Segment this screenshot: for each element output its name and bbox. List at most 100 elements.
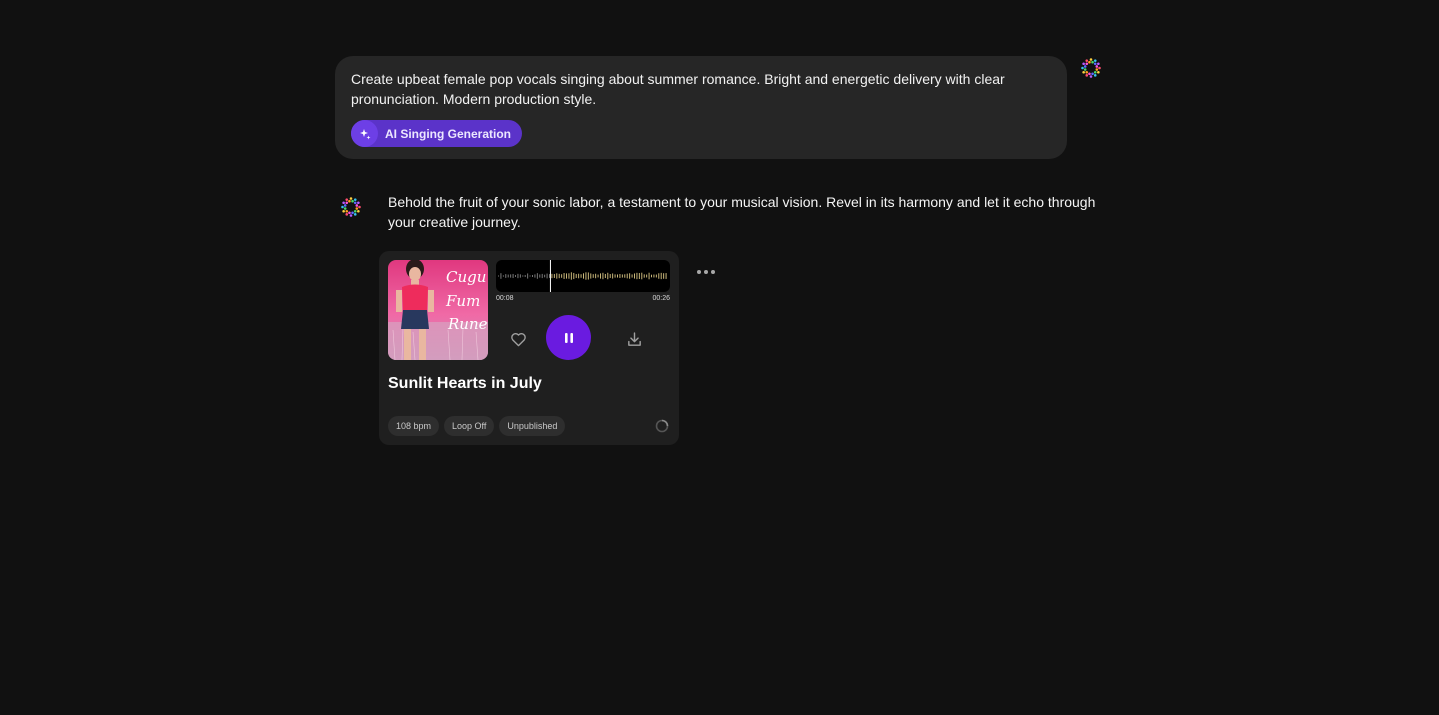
waveform-bar — [515, 275, 516, 277]
waveform-bar — [505, 274, 507, 278]
waveform-bar — [578, 273, 580, 279]
heart-icon — [510, 332, 526, 346]
waveform-bar — [563, 273, 565, 279]
waveform-bar — [648, 272, 650, 280]
loading-spinner-icon — [655, 419, 669, 433]
waveform-bar — [534, 274, 536, 278]
current-time: 00:08 — [496, 295, 514, 302]
user-avatar — [1080, 57, 1102, 79]
user-message-text: Create upbeat female pop vocals singing … — [351, 71, 1005, 107]
waveform-bar — [532, 275, 533, 277]
waveform-bar — [583, 273, 584, 279]
cover-text-3: Rune — [447, 315, 488, 333]
waveform-bar — [653, 274, 655, 278]
waveform-bar — [602, 272, 604, 280]
waveform-bar — [522, 275, 524, 277]
waveform-bar — [549, 274, 550, 278]
waveform-bar — [512, 273, 514, 279]
playhead — [549, 260, 551, 292]
waveform-bar — [519, 274, 521, 278]
waveform-bar — [580, 274, 582, 278]
waveform-bar — [612, 273, 614, 279]
waveform-bar — [573, 272, 575, 280]
duration: 00:26 — [652, 295, 670, 302]
ai-singing-generation-tag[interactable]: AI Singing Generation — [351, 120, 523, 147]
cover-text-1: Cugu — [446, 268, 486, 286]
waveform-bar — [536, 273, 538, 279]
download-button[interactable] — [623, 328, 645, 350]
dot — [711, 270, 715, 274]
waveform-bar — [541, 273, 543, 279]
waveform-bar — [658, 273, 660, 279]
waveform-bar — [617, 274, 618, 278]
waveform-bar — [590, 273, 592, 279]
more-options-button[interactable] — [694, 266, 718, 278]
like-button[interactable] — [507, 328, 529, 350]
publish-status-chip: Unpublished — [499, 416, 566, 436]
waveform-bar — [655, 274, 657, 278]
waveform-bar — [568, 273, 570, 279]
waveform-bar — [595, 273, 597, 279]
waveform-bar — [636, 272, 638, 280]
waveform-bar — [498, 275, 499, 277]
ai-avatar — [340, 196, 362, 218]
waveform-bar — [558, 273, 560, 279]
waveform-bar — [604, 273, 606, 279]
waveform-bar — [556, 273, 558, 279]
waveform-bar — [631, 274, 633, 278]
waveform-bar — [600, 273, 601, 279]
waveform-bar — [546, 273, 548, 279]
sparkle-icon — [351, 120, 378, 147]
waveform-bar — [629, 273, 631, 279]
pause-button[interactable] — [546, 315, 591, 360]
waveform-bar — [621, 274, 623, 278]
waveform-bar — [619, 273, 621, 279]
waveform-bar — [517, 273, 519, 279]
waveform-bar — [544, 274, 546, 278]
album-cover[interactable]: Cugu Fum Rune — [388, 260, 488, 360]
dot — [697, 270, 701, 274]
waveform-bar — [587, 272, 589, 280]
ai-message-text: Behold the fruit of your sonic labor, a … — [388, 194, 1096, 230]
waveform-bar — [626, 273, 628, 279]
waveform-bar — [665, 273, 667, 279]
waveform-bar — [575, 274, 577, 278]
bpm-chip: 108 bpm — [388, 416, 440, 436]
waveform-bar — [651, 274, 652, 278]
waveform-scrubber[interactable] — [496, 260, 670, 292]
track-chips: 108 bpm Loop Off Unpublished — [388, 416, 566, 436]
waveform-bar — [609, 274, 611, 278]
waveform-bar — [663, 273, 665, 279]
waveform-bar — [507, 274, 509, 278]
track-card: Cugu Fum Rune 00:08 00:26 Sunlit Hearts … — [379, 251, 679, 445]
dot — [704, 270, 708, 274]
waveform-bar — [585, 272, 587, 280]
waveform-bar — [524, 275, 526, 277]
waveform-bar — [592, 274, 594, 278]
waveform-bar — [634, 273, 635, 279]
pause-icon — [564, 332, 573, 343]
waveform-bar — [570, 272, 572, 280]
waveform-bar — [607, 272, 609, 280]
waveform-bar — [643, 274, 645, 278]
waveform-bar — [510, 274, 512, 278]
waveform-bar — [502, 275, 504, 277]
waveform-bar — [500, 273, 502, 279]
cover-text-2: Fum — [445, 292, 480, 310]
waveform-bar — [539, 274, 541, 278]
user-message-bubble: Create upbeat female pop vocals singing … — [335, 56, 1067, 159]
track-title: Sunlit Hearts in July — [388, 375, 542, 392]
loop-chip[interactable]: Loop Off — [444, 416, 495, 436]
tag-label: AI Singing Generation — [385, 126, 512, 141]
waveform-bar — [553, 274, 555, 278]
waveform-bar — [597, 274, 599, 278]
waveform-bar — [624, 274, 626, 278]
waveform-bar — [646, 274, 648, 278]
waveform-bar — [561, 274, 563, 278]
waveform-bar — [527, 273, 529, 279]
waveform-bar — [551, 273, 553, 279]
waveform-bar — [660, 272, 662, 280]
waveform-bar — [641, 272, 643, 280]
waveform-bar — [529, 275, 531, 277]
download-icon — [627, 331, 641, 346]
